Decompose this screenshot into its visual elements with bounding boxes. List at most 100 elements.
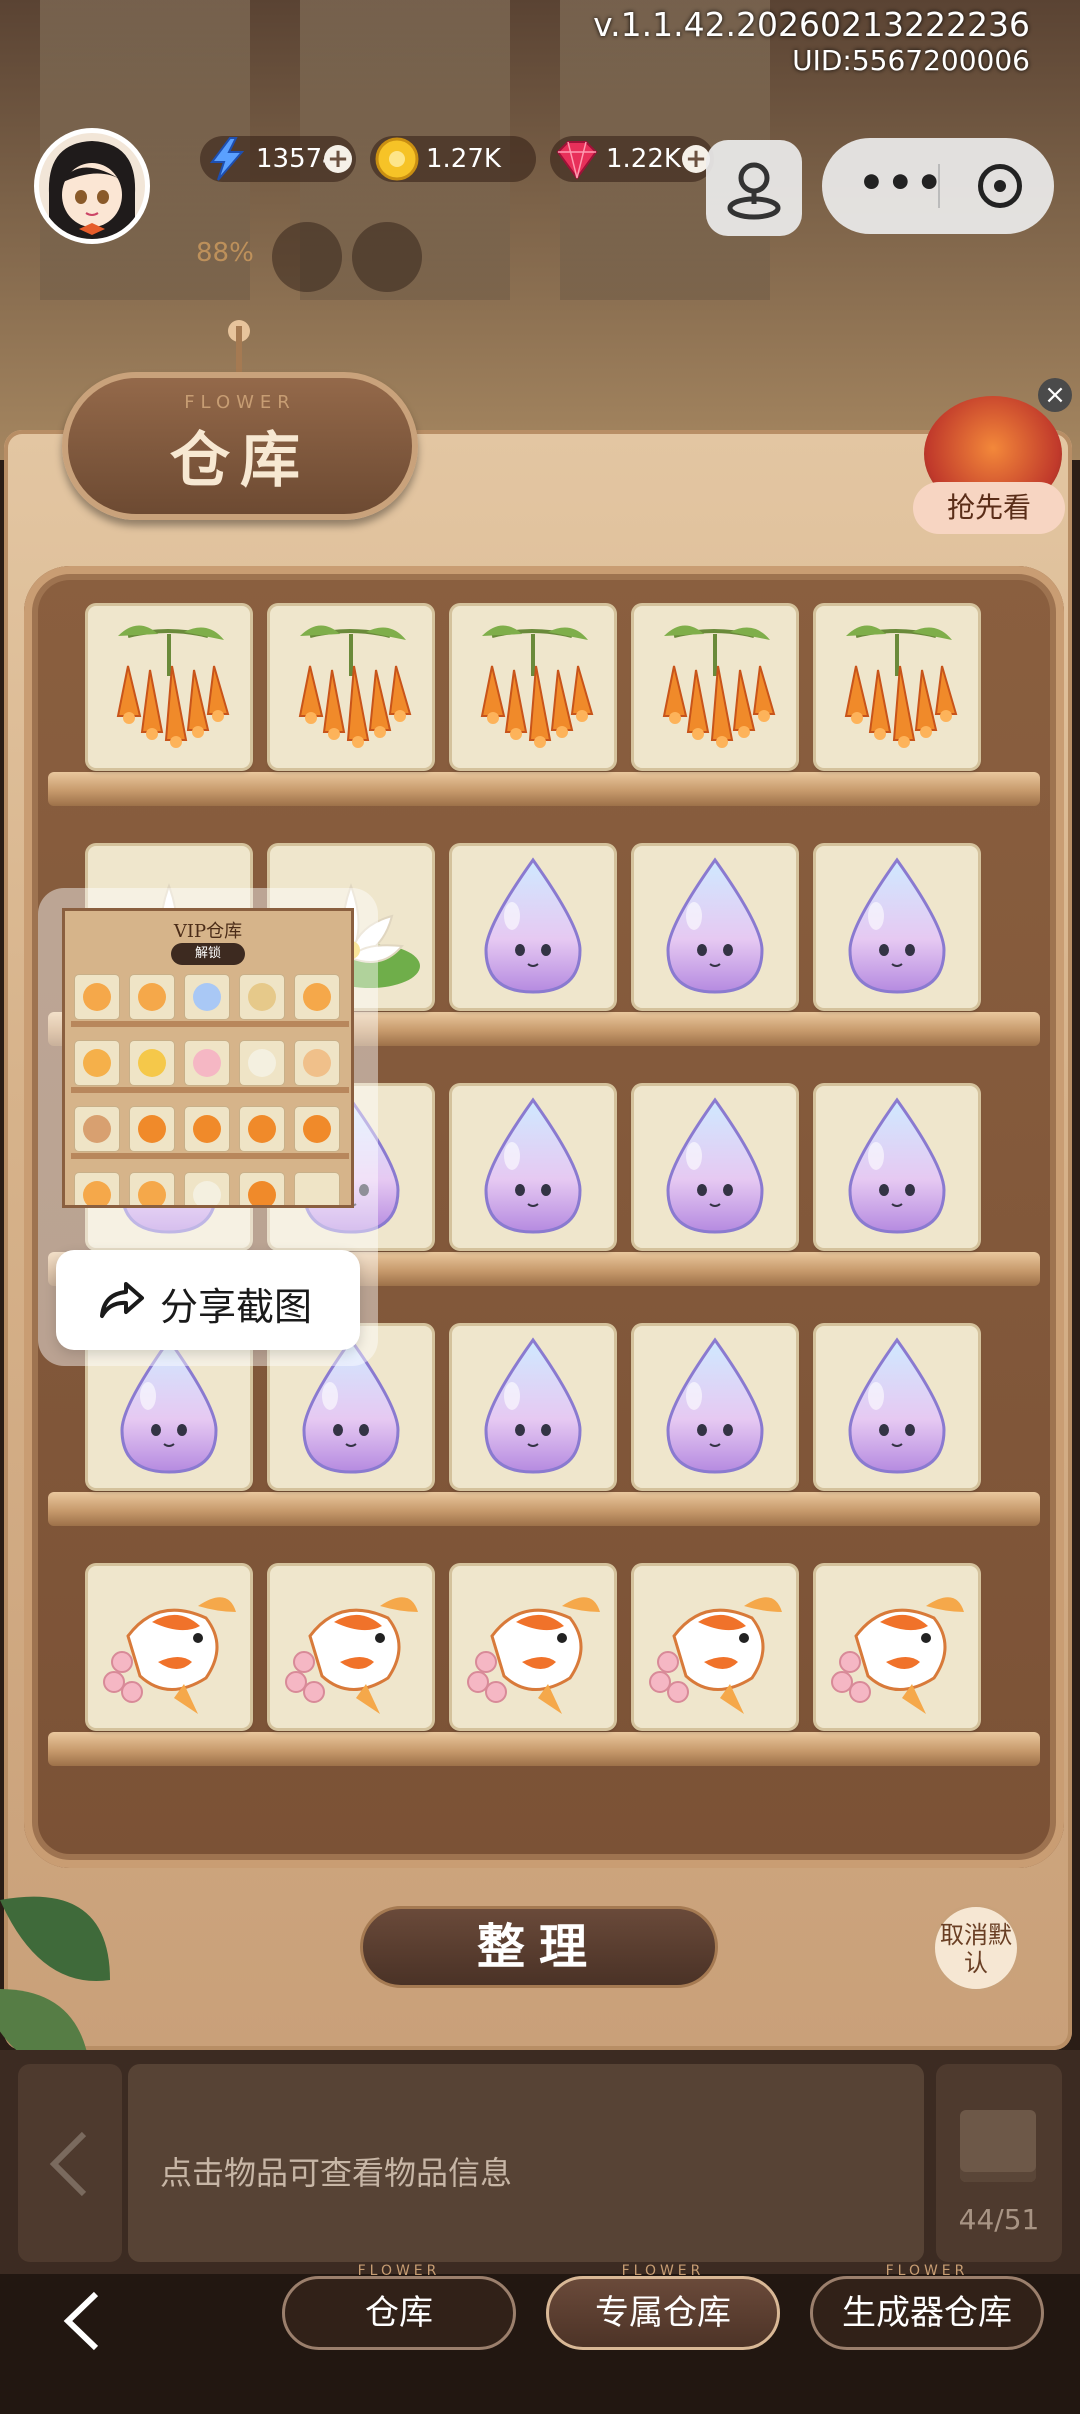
item-slot-koi-fish[interactable] [816,1566,978,1728]
vip-item-cell [295,1173,339,1205]
item-slot-water-drop[interactable] [452,846,614,1008]
info-prev-button[interactable] [18,2064,122,2262]
progress-percent: 88% [196,238,254,268]
vip-share-popup: VIP仓库 解锁 分享截图 [38,888,378,1366]
item-slot-orange-flower[interactable] [452,606,614,768]
vip-shelf [71,1153,349,1159]
tab-subtitle: FLOWER [357,2263,441,2279]
vip-item-icon [193,1115,221,1143]
vip-item-cell [75,1041,119,1085]
shelf-board [48,772,1040,806]
vip-item-icon [83,1049,111,1077]
share-icon [98,1280,146,1324]
tab-label: 生成器仓库 [842,2293,1012,2333]
item-slot-orange-flower[interactable] [270,606,432,768]
close-program-icon[interactable] [978,164,1022,208]
shelf-board [48,1732,1040,1766]
item-slot-water-drop[interactable] [452,1086,614,1248]
promo-close-icon[interactable]: × [1038,378,1072,412]
vip-item-icon [303,983,331,1011]
capsule-divider [938,164,940,208]
item-slot-water-drop[interactable] [634,846,796,1008]
item-slot-water-drop[interactable] [816,1326,978,1488]
sign-subtitle: FLOWER [184,392,296,413]
vip-item-cell [130,1173,174,1205]
item-slot-koi-fish[interactable] [634,1566,796,1728]
mini-program-capsule: ••• [822,138,1054,234]
box-icon [960,2110,1036,2182]
vip-item-cell [240,1107,284,1151]
uid-text: UID:5567200006 [792,44,1030,77]
vip-item-cell [185,1107,229,1151]
vip-item-cell [185,1173,229,1205]
vip-item-icon [248,1181,276,1205]
item-slot-water-drop[interactable] [452,1326,614,1488]
vip-item-icon [248,1115,276,1143]
vip-item-icon [83,983,111,1011]
item-slot-orange-flower[interactable] [88,606,250,768]
lightning-icon [204,136,250,182]
item-info-box: 点击物品可查看物品信息 [128,2064,924,2262]
tab-exclusive-warehouse[interactable]: FLOWER 专属仓库 [546,2263,780,2350]
item-slot-water-drop[interactable] [816,1086,978,1248]
vip-item-icon [83,1181,111,1205]
share-screenshot-button[interactable]: 分享截图 [56,1250,360,1350]
vip-item-icon [138,1181,166,1205]
version-info: v.1.1.42.20260213222236 UID:5567200006 [593,6,1030,78]
tab-warehouse[interactable]: FLOWER 仓库 [282,2263,516,2350]
more-icon[interactable]: ••• [858,158,945,207]
gem-icon [554,136,600,182]
vip-item-icon [193,983,221,1011]
item-slot-koi-fish[interactable] [452,1566,614,1728]
vip-item-cell [240,1041,284,1085]
tidy-button[interactable]: 整理 [360,1906,718,1988]
chevron-left-icon [49,2131,87,2197]
item-info-hint: 点击物品可查看物品信息 [160,2154,513,2192]
vip-item-icon [248,1049,276,1077]
item-slot-koi-fish[interactable] [270,1566,432,1728]
coin-value: 1.27K [426,144,501,174]
gem-counter[interactable]: 1.22K + [550,136,714,182]
item-slot-water-drop[interactable] [634,1326,796,1488]
tab-subtitle: FLOWER [621,2263,705,2279]
version-text: v.1.1.42.20260213222236 [593,5,1030,44]
back-arrow-icon [63,2291,99,2351]
tab-subtitle: FLOWER [885,2263,969,2279]
item-slot-orange-flower[interactable] [634,606,796,768]
capacity-box[interactable]: 44/51 [936,2064,1062,2262]
vip-item-icon [248,983,276,1011]
item-slot-water-drop[interactable] [634,1086,796,1248]
add-energy-icon[interactable]: + [324,145,352,173]
vip-item-icon [83,1115,111,1143]
vip-item-icon [138,1115,166,1143]
energy-counter[interactable]: 13574 + [200,136,356,182]
promo-label[interactable]: 抢先看 [913,482,1065,534]
page-title: 仓库 [170,426,310,496]
vip-warehouse-thumbnail[interactable]: VIP仓库 解锁 [62,908,354,1208]
sign-string [236,326,242,374]
item-slot-koi-fish[interactable] [88,1566,250,1728]
vip-item-cell [185,975,229,1019]
coin-counter[interactable]: 1.27K [370,136,536,182]
joystick-button[interactable] [706,140,802,236]
vip-shelf [71,1087,349,1093]
locked-slot-icon [272,222,342,292]
vip-item-cell [240,1173,284,1205]
vip-item-cell [75,1173,119,1205]
item-slot-orange-flower[interactable] [816,606,978,768]
warehouse-sign: FLOWER 仓库 [62,372,418,520]
shelf-board [48,1492,1040,1526]
cancel-default-button[interactable]: 取消默认 [932,1904,1020,1992]
item-slot-water-drop[interactable] [816,846,978,1008]
tab-label: 专属仓库 [595,2293,731,2333]
tab-generator-warehouse[interactable]: FLOWER 生成器仓库 [810,2263,1044,2350]
vip-shelf [71,1021,349,1027]
vip-item-icon [193,1049,221,1077]
vip-item-icon [138,1049,166,1077]
gem-value: 1.22K [606,144,681,174]
tab-label: 仓库 [365,2293,433,2333]
back-button[interactable] [54,2286,110,2371]
capacity-count: 44/51 [958,2203,1040,2236]
vip-item-icon [303,1049,331,1077]
avatar[interactable] [34,128,150,244]
